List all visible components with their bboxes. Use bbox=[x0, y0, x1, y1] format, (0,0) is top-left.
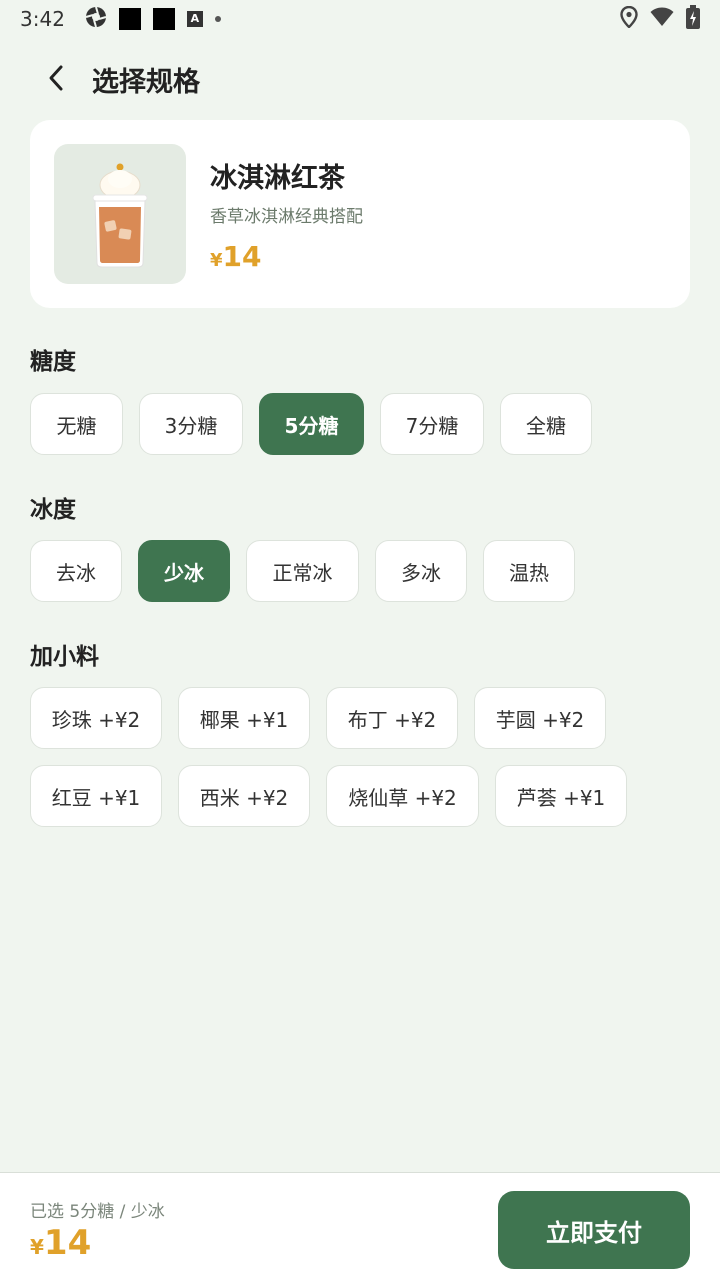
product-description: 香草冰淇淋经典搭配 bbox=[210, 207, 363, 227]
currency-symbol: ¥ bbox=[210, 250, 223, 271]
topping-option[interactable]: 珍珠 +¥2 bbox=[30, 687, 162, 749]
sugar-option-70[interactable]: 7分糖 bbox=[380, 393, 484, 455]
page-title: 选择规格 bbox=[92, 67, 200, 98]
ice-option-normal-ice[interactable]: 正常冰 bbox=[246, 540, 359, 602]
toppings-options: 珍珠 +¥2 椰果 +¥1 布丁 +¥2 芋圆 +¥2 红豆 +¥1 西米 +¥… bbox=[30, 687, 670, 827]
ice-option-extra-ice[interactable]: 多冰 bbox=[375, 540, 467, 602]
ice-option-less-ice[interactable]: 少冰 bbox=[138, 540, 230, 602]
checkout-bar: 已选 5分糖 / 少冰 ¥14 立即支付 bbox=[0, 1172, 720, 1280]
sugar-section-title: 糖度 bbox=[30, 349, 76, 375]
sugar-option-50[interactable]: 5分糖 bbox=[259, 393, 364, 455]
currency-symbol: ¥ bbox=[30, 1235, 44, 1259]
product-price: ¥14 bbox=[210, 240, 262, 273]
chevron-left-icon bbox=[46, 64, 66, 96]
header: 选择规格 bbox=[0, 50, 720, 110]
total-price-value: 14 bbox=[43, 1223, 92, 1263]
ice-option-warm[interactable]: 温热 bbox=[483, 540, 575, 602]
back-button[interactable] bbox=[38, 62, 74, 98]
product-image bbox=[54, 144, 186, 284]
sugar-option-full[interactable]: 全糖 bbox=[500, 393, 592, 455]
iced-tea-icon bbox=[92, 163, 148, 268]
product-card: 冰淇淋红茶 香草冰淇淋经典搭配 ¥14 bbox=[30, 120, 690, 308]
ice-option-no-ice[interactable]: 去冰 bbox=[30, 540, 122, 602]
font-icon: A bbox=[186, 11, 203, 27]
topping-option[interactable]: 红豆 +¥1 bbox=[30, 765, 162, 827]
wifi-icon bbox=[650, 7, 674, 32]
ice-options: 去冰 少冰 正常冰 多冰 温热 bbox=[30, 540, 575, 602]
location-icon bbox=[620, 5, 638, 33]
sugar-options: 无糖 3分糖 5分糖 7分糖 全糖 bbox=[30, 393, 592, 455]
topping-option[interactable]: 芦荟 +¥1 bbox=[495, 765, 627, 827]
notification-icon bbox=[152, 8, 175, 30]
pay-now-button[interactable]: 立即支付 bbox=[498, 1191, 690, 1269]
battery-icon bbox=[686, 4, 700, 34]
product-name: 冰淇淋红茶 bbox=[210, 163, 345, 194]
topping-option[interactable]: 布丁 +¥2 bbox=[326, 687, 458, 749]
price-value: 14 bbox=[222, 240, 262, 273]
notification-icon bbox=[118, 8, 141, 30]
sugar-option-30[interactable]: 3分糖 bbox=[139, 393, 243, 455]
toppings-section-title: 加小料 bbox=[30, 644, 99, 670]
aperture-icon bbox=[85, 6, 107, 33]
topping-option[interactable]: 芋圆 +¥2 bbox=[474, 687, 606, 749]
topping-option[interactable]: 椰果 +¥1 bbox=[178, 687, 310, 749]
topping-option[interactable]: 西米 +¥2 bbox=[178, 765, 310, 827]
total-price: ¥14 bbox=[30, 1223, 91, 1263]
sugar-option-no-sugar[interactable]: 无糖 bbox=[30, 393, 123, 455]
status-bar: 3:42 A bbox=[0, 0, 720, 38]
status-time: 3:42 bbox=[20, 7, 65, 31]
more-dot-icon bbox=[214, 16, 221, 22]
selection-summary: 已选 5分糖 / 少冰 bbox=[30, 1202, 165, 1222]
topping-option[interactable]: 烧仙草 +¥2 bbox=[326, 765, 479, 827]
ice-section-title: 冰度 bbox=[30, 497, 76, 523]
